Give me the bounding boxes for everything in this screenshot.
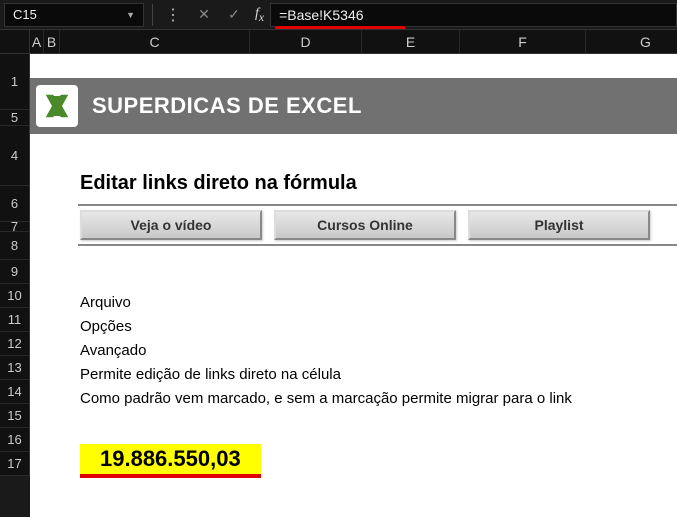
banner-title: SUPERDICAS DE EXCEL	[92, 93, 362, 119]
row-header[interactable]: 9	[0, 260, 30, 284]
row-headers: 1 5 4 6 7 8 9 10 11 12 13 14 15 16 17	[0, 54, 30, 476]
banner: SUPERDICAS DE EXCEL	[30, 78, 677, 134]
separator	[152, 4, 153, 26]
text-line: Como padrão vem marcado, e sem a marcaçã…	[80, 388, 572, 412]
page-subtitle: Editar links direto na fórmula	[80, 172, 357, 195]
spreadsheet: 1 5 4 6 7 8 9 10 11 12 13 14 15 16 17 A …	[0, 30, 677, 517]
col-header[interactable]: D	[250, 30, 362, 54]
courses-button[interactable]: Cursos Online	[274, 210, 456, 240]
button-row: Veja o vídeo Cursos Online Playlist	[80, 210, 650, 240]
chevron-down-icon[interactable]: ▼	[126, 10, 135, 20]
row-header[interactable]: 8	[0, 232, 30, 260]
formula-input[interactable]: =Base!K5346	[270, 3, 677, 27]
more-icon[interactable]: ⋮	[157, 5, 189, 25]
row-header[interactable]: 6	[0, 186, 30, 222]
formula-text: =Base!K5346	[279, 7, 363, 23]
col-header[interactable]: A	[30, 30, 44, 54]
grid-area: A B C D E F G SUPERDICAS DE EXCEL Editar…	[30, 30, 677, 517]
enter-formula-icon[interactable]: ✓	[219, 6, 249, 23]
instruction-lines: Arquivo Opções Avançado Permite edição d…	[80, 292, 572, 412]
name-box[interactable]: C15 ▼	[4, 3, 144, 27]
row-header[interactable]: 1	[0, 54, 30, 110]
col-header[interactable]: F	[460, 30, 586, 54]
col-header[interactable]: E	[362, 30, 460, 54]
text-line: Opções	[80, 316, 572, 340]
col-header[interactable]: C	[60, 30, 250, 54]
row-header[interactable]: 12	[0, 332, 30, 356]
cancel-formula-icon[interactable]: ✕	[189, 6, 219, 23]
row-header[interactable]: 14	[0, 380, 30, 404]
row-header[interactable]: 13	[0, 356, 30, 380]
cell-reference: C15	[13, 7, 37, 22]
row-header[interactable]: 15	[0, 404, 30, 428]
row-gutter: 1 5 4 6 7 8 9 10 11 12 13 14 15 16 17	[0, 30, 30, 517]
fx-icon[interactable]: fx	[249, 6, 270, 24]
select-all-corner[interactable]	[0, 30, 30, 54]
text-line: Permite edição de links direto na célula	[80, 364, 572, 388]
row-header[interactable]: 17	[0, 452, 30, 476]
highlighted-value: 19.886.550,03	[80, 444, 261, 478]
row-header[interactable]: 16	[0, 428, 30, 452]
row-header[interactable]: 4	[0, 126, 30, 186]
row-header[interactable]: 5	[0, 110, 30, 126]
text-line: Avançado	[80, 340, 572, 364]
text-line: Arquivo	[80, 292, 572, 316]
formula-bar: C15 ▼ ⋮ ✕ ✓ fx =Base!K5346	[0, 0, 677, 30]
column-headers: A B C D E F G	[30, 30, 677, 54]
col-header[interactable]: B	[44, 30, 60, 54]
excel-icon	[36, 85, 78, 127]
playlist-button[interactable]: Playlist	[468, 210, 650, 240]
row-header[interactable]: 10	[0, 284, 30, 308]
col-header[interactable]: G	[586, 30, 677, 54]
cells-area[interactable]: SUPERDICAS DE EXCEL Editar links direto …	[30, 54, 677, 517]
row-header[interactable]: 7	[0, 222, 30, 232]
annotation-underline	[275, 26, 405, 29]
video-button[interactable]: Veja o vídeo	[80, 210, 262, 240]
selected-cell[interactable]: 19.886.550,03	[80, 444, 261, 478]
row-header[interactable]: 11	[0, 308, 30, 332]
